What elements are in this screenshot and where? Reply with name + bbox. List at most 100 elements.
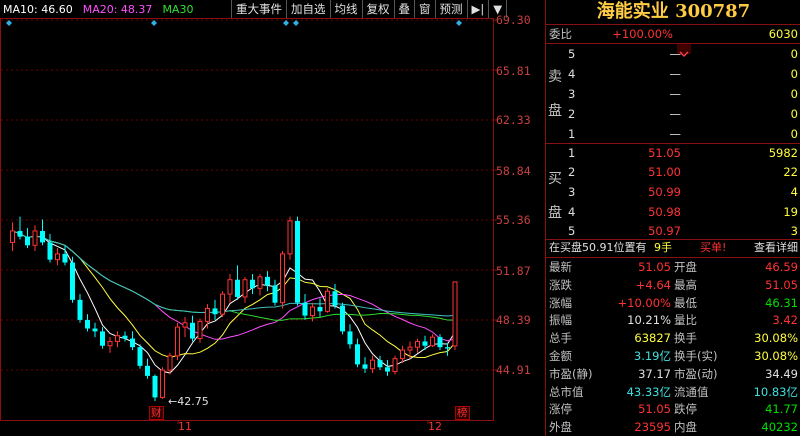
ask-volume: 0 bbox=[790, 127, 798, 141]
adjust-price-button[interactable]: 复权 bbox=[361, 0, 394, 18]
stock-title: 海能实业 300787 bbox=[546, 0, 800, 24]
candlestick[interactable] bbox=[227, 273, 233, 303]
add-watchlist-button[interactable]: 加自选 bbox=[286, 0, 330, 18]
kline-canvas[interactable] bbox=[0, 0, 545, 436]
candlestick[interactable] bbox=[160, 367, 165, 399]
candlestick[interactable] bbox=[92, 322, 98, 338]
candlestick[interactable] bbox=[137, 344, 143, 369]
candlestick[interactable] bbox=[272, 279, 278, 306]
candlestick[interactable] bbox=[47, 233, 53, 263]
candlestick[interactable] bbox=[385, 360, 390, 376]
candlestick[interactable] bbox=[295, 216, 300, 306]
candlestick[interactable] bbox=[130, 331, 135, 351]
ask-row[interactable]: 1 — 0 bbox=[546, 125, 800, 143]
moving-average-button[interactable]: 均线 bbox=[329, 0, 362, 18]
candlestick[interactable] bbox=[355, 338, 360, 368]
overlay-button[interactable]: 叠 bbox=[393, 0, 414, 18]
view-detail-link[interactable]: 查看详细 bbox=[754, 239, 798, 257]
bid-row[interactable]: 1 51.05 5982 bbox=[546, 144, 800, 162]
window-button[interactable]: 窗 bbox=[414, 0, 435, 18]
candlestick[interactable] bbox=[317, 298, 323, 318]
candlestick[interactable] bbox=[152, 374, 158, 401]
financial-report-tag[interactable]: 财 bbox=[149, 406, 164, 420]
candlestick[interactable] bbox=[362, 357, 368, 374]
quote-value: 37.17 bbox=[638, 366, 671, 381]
candlestick[interactable] bbox=[347, 324, 353, 349]
candlestick[interactable] bbox=[287, 216, 293, 260]
candlestick[interactable] bbox=[122, 331, 128, 342]
ask-level: 2 bbox=[568, 107, 576, 121]
candlestick[interactable] bbox=[77, 294, 83, 323]
bid-row[interactable]: 2 51.00 22 bbox=[546, 163, 800, 181]
candlestick[interactable] bbox=[212, 299, 218, 320]
quote-label: 市盈(动) bbox=[674, 366, 718, 381]
candle-body bbox=[347, 331, 353, 345]
candlestick[interactable] bbox=[392, 355, 398, 375]
candle-body bbox=[407, 346, 413, 351]
candlestick[interactable] bbox=[325, 288, 330, 313]
candle-body bbox=[302, 302, 308, 316]
quote-value: 3.42 bbox=[772, 313, 798, 328]
candlestick[interactable] bbox=[452, 281, 458, 350]
quote-label: 市盈(静) bbox=[549, 366, 593, 381]
quote-label: 量比 bbox=[674, 313, 697, 328]
candlestick[interactable] bbox=[242, 276, 248, 303]
candlestick[interactable] bbox=[10, 222, 15, 252]
bid-row[interactable]: 3 50.99 4 bbox=[546, 183, 800, 201]
candlestick[interactable] bbox=[85, 314, 90, 332]
price-tick: 62.33 bbox=[496, 113, 531, 127]
event-marker-icon[interactable] bbox=[6, 20, 12, 26]
bid-row[interactable]: 4 50.98 19 bbox=[546, 203, 800, 221]
candlestick[interactable] bbox=[70, 256, 75, 303]
candlestick[interactable] bbox=[62, 245, 68, 266]
candlestick[interactable] bbox=[32, 225, 38, 252]
candlestick[interactable] bbox=[265, 271, 270, 292]
candlestick[interactable] bbox=[377, 355, 383, 371]
event-marker-icon[interactable] bbox=[293, 20, 299, 26]
candlestick[interactable] bbox=[250, 273, 255, 295]
candlestick[interactable] bbox=[235, 265, 240, 300]
dragon-tiger-list-tag[interactable]: 榜 bbox=[455, 406, 470, 420]
candlestick[interactable] bbox=[145, 358, 150, 379]
candlestick[interactable] bbox=[400, 345, 405, 363]
candle-body bbox=[10, 230, 15, 243]
candlestick[interactable] bbox=[430, 334, 435, 348]
quote-value: 30.08% bbox=[754, 349, 798, 363]
forecast-button[interactable]: 预测 bbox=[434, 0, 467, 18]
candle-body bbox=[280, 253, 285, 304]
bid-row[interactable]: 5 50.97 3 bbox=[546, 222, 800, 240]
candlestick[interactable] bbox=[107, 337, 113, 353]
candlestick[interactable] bbox=[55, 248, 60, 266]
candlestick[interactable] bbox=[280, 251, 285, 309]
candlestick[interactable] bbox=[25, 228, 30, 249]
candlestick[interactable] bbox=[220, 291, 225, 318]
ask-row[interactable]: 3 — 0 bbox=[546, 85, 800, 103]
candlestick[interactable] bbox=[340, 302, 345, 335]
quote-value: 10.21% bbox=[627, 313, 671, 328]
candle-body bbox=[385, 367, 390, 372]
candlestick[interactable] bbox=[190, 315, 195, 342]
candle-body bbox=[332, 291, 338, 306]
kline-chart[interactable]: MA10: 46.60 MA20: 48.37 MA30 重大事件 加自选 均线… bbox=[0, 0, 545, 436]
ma30-label: MA30 bbox=[162, 3, 194, 16]
quote-label: 开盘 bbox=[674, 260, 697, 274]
candlestick[interactable] bbox=[257, 273, 263, 296]
jump-end-icon[interactable]: ▶| bbox=[466, 0, 489, 18]
ask-row[interactable]: 4 — 0 bbox=[546, 65, 800, 83]
ask-row[interactable]: 5 — 0 bbox=[546, 45, 800, 63]
ask-row[interactable]: 2 — 0 bbox=[546, 105, 800, 123]
candlestick[interactable] bbox=[197, 318, 203, 343]
candlestick[interactable] bbox=[302, 294, 308, 320]
candlestick[interactable] bbox=[332, 284, 338, 309]
candlestick[interactable] bbox=[40, 219, 45, 246]
event-marker-icon[interactable] bbox=[283, 20, 289, 26]
candlestick[interactable] bbox=[100, 327, 105, 349]
event-marker-icon[interactable] bbox=[456, 20, 462, 26]
candlestick[interactable] bbox=[175, 322, 180, 361]
event-marker-icon[interactable] bbox=[151, 20, 157, 26]
candlestick[interactable] bbox=[115, 331, 120, 348]
major-events-button[interactable]: 重大事件 bbox=[231, 0, 286, 18]
candlestick[interactable] bbox=[415, 338, 420, 353]
ask-price: — bbox=[669, 47, 682, 61]
candle-body bbox=[272, 285, 278, 303]
